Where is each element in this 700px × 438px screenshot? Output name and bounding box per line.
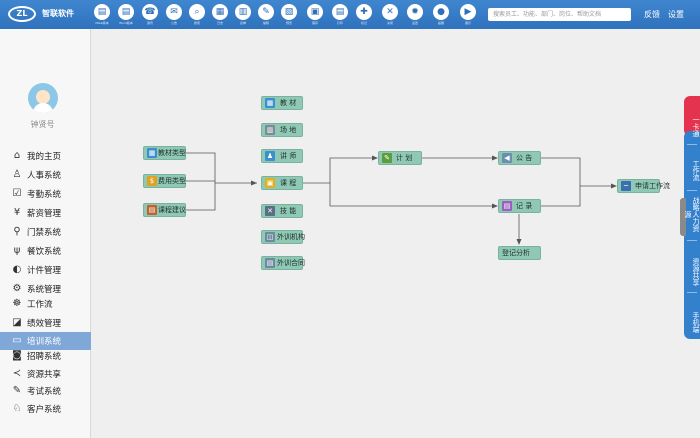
right-tab-2[interactable]: 战略人力资源 (684, 194, 700, 234)
record-node-label: 记 录 (516, 202, 533, 210)
apply-node[interactable]: ~ 申请工作流 (617, 179, 670, 193)
org-icon: ◫ (265, 232, 275, 242)
resource-node-2-label: 讲 师 (280, 152, 297, 160)
plan-node-label: 计 划 (396, 154, 413, 162)
type-node-1-label: 费用类型 (158, 177, 186, 185)
building-icon: ▥ (265, 125, 275, 135)
resource-node-0-label: 教 材 (280, 99, 297, 107)
resource-node-2[interactable]: ♟ 讲 师 (261, 149, 303, 163)
right-tab-divider (687, 292, 697, 293)
resource-node-4-label: 技 能 (280, 207, 297, 215)
right-tab-4[interactable]: 手机端 (684, 302, 700, 342)
coin-icon: $ (147, 176, 157, 186)
resource-node-1[interactable]: ▥ 场 地 (261, 123, 303, 137)
resource-node-5-label: 外训机构 (277, 233, 305, 241)
type-node-0-label: 教材类型 (158, 149, 186, 157)
notice-node-label: 公 告 (516, 154, 533, 162)
analysis-node-label: 登记分析 (502, 249, 530, 257)
book-icon: ▦ (265, 98, 275, 108)
notice-icon: ◀ (502, 153, 512, 163)
resource-node-3-label: 课 程 (280, 179, 297, 187)
record-icon: ▤ (502, 201, 512, 211)
teacher-icon: ♟ (265, 151, 275, 161)
plan-icon: ✎ (382, 153, 392, 163)
analysis-node[interactable]: 登记分析 (498, 246, 541, 260)
right-tab-1[interactable]: 工作流 (684, 150, 700, 190)
resource-node-3[interactable]: ▣ 课 程 (261, 176, 303, 190)
right-tab-divider (687, 144, 697, 145)
resource-node-1-label: 场 地 (280, 126, 297, 134)
resource-node-5[interactable]: ◫ 外训机构 (261, 230, 305, 244)
right-tab-3[interactable]: 资源共享 (684, 252, 700, 292)
book-icon: ▦ (147, 148, 157, 158)
resource-node-6-label: 外训合同 (277, 259, 305, 267)
type-node-2[interactable]: ▤ 课程建议 (143, 203, 186, 217)
contract-icon: ▤ (265, 258, 275, 268)
right-tab-divider (687, 240, 697, 241)
plan-node[interactable]: ✎ 计 划 (378, 151, 422, 165)
notice-node[interactable]: ◀ 公 告 (498, 151, 541, 165)
training-flow-diagram (186, 152, 617, 245)
apply-node-label: 申请工作流 (635, 182, 670, 190)
note-icon: ▤ (147, 205, 157, 215)
record-node[interactable]: ▤ 记 录 (498, 199, 541, 213)
course-icon: ▣ (265, 178, 275, 188)
resource-node-4[interactable]: ✕ 技 能 (261, 204, 303, 218)
apply-icon: ~ (621, 181, 631, 191)
right-tab-divider (687, 190, 697, 191)
resource-node-0[interactable]: ▦ 教 材 (261, 96, 303, 110)
resource-node-6[interactable]: ▤ 外训合同 (261, 256, 305, 270)
type-node-0[interactable]: ▦ 教材类型 (143, 146, 186, 160)
tools-icon: ✕ (265, 206, 275, 216)
type-node-1[interactable]: $ 费用类型 (143, 174, 186, 188)
right-tab-0[interactable]: 一卡通 (684, 106, 700, 146)
type-node-2-label: 课程建议 (158, 206, 186, 214)
